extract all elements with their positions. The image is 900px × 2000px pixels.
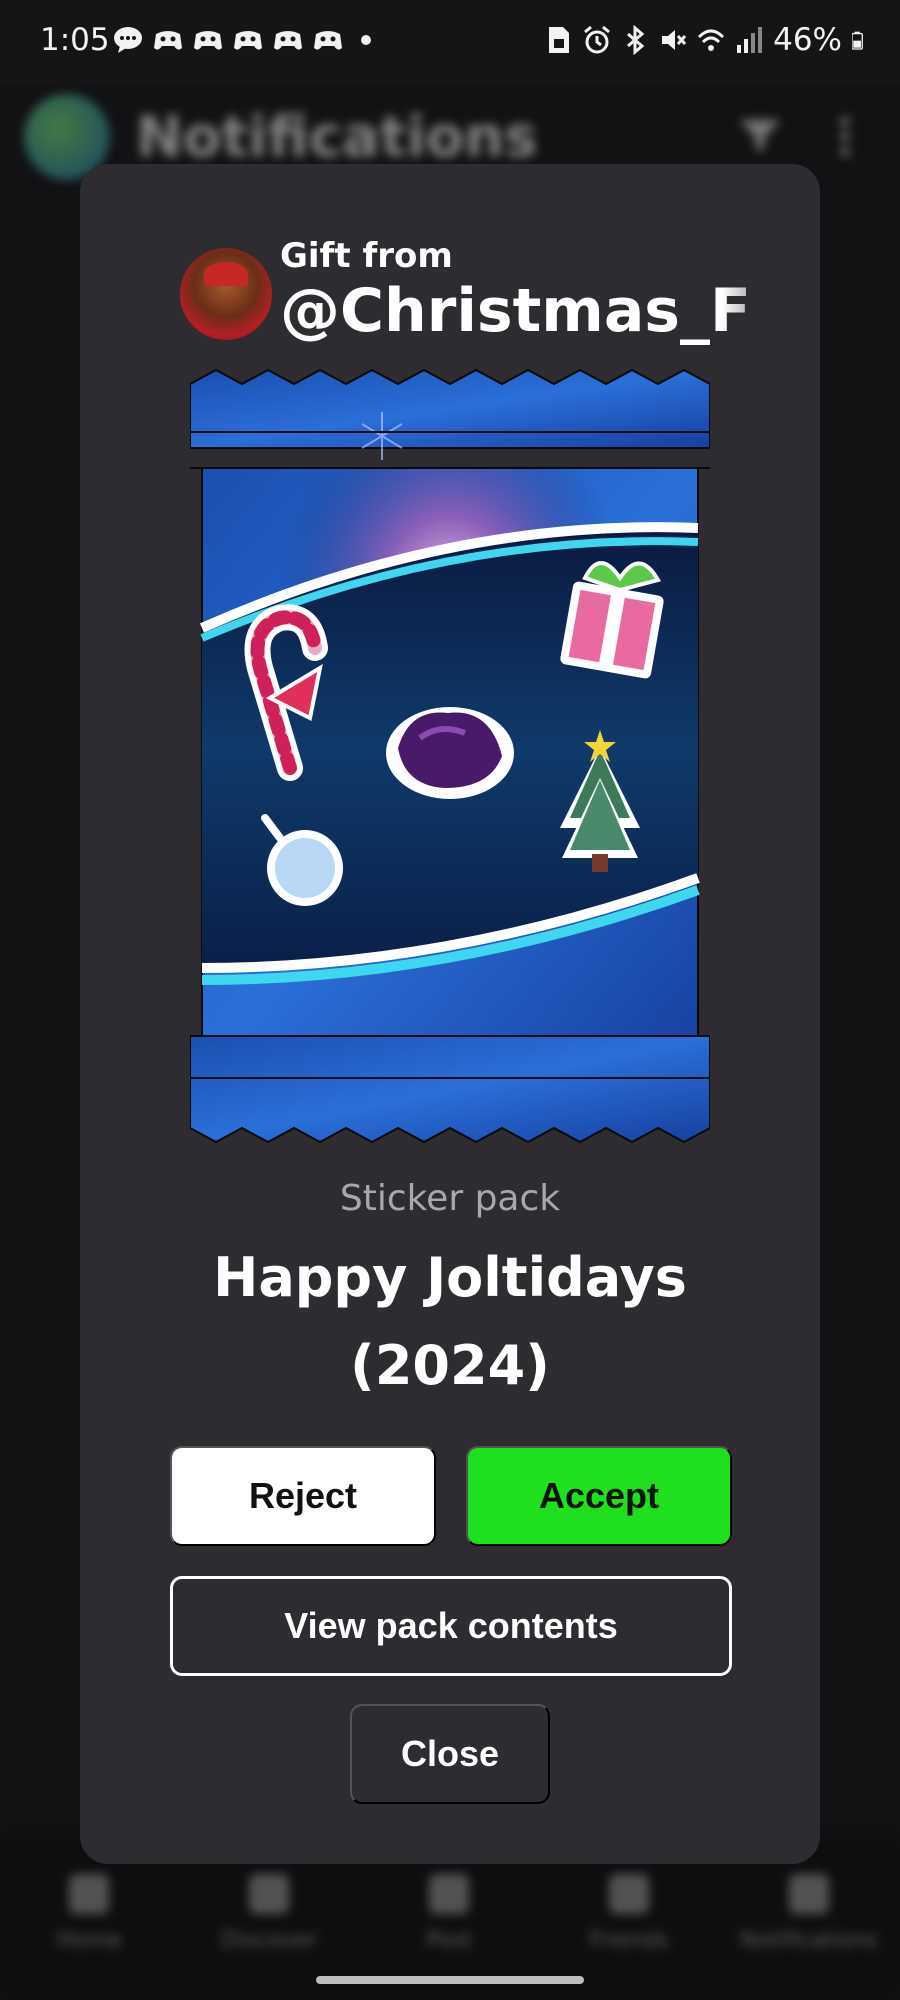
alarm-icon: [584, 25, 611, 54]
game-controller-icon: [274, 31, 302, 50]
more-icon: [840, 114, 850, 158]
gem-sticker: [386, 707, 514, 799]
game-controller-icon: [154, 31, 182, 50]
wifi-icon: [698, 29, 725, 51]
status-time: 1:05: [40, 22, 110, 58]
gift-sender-info: Gift from @Christmas_F: [280, 236, 800, 346]
game-controller-icon: [314, 31, 342, 50]
nav-friends: Friends: [554, 1874, 704, 1953]
message-icon: [114, 27, 142, 53]
bluetooth-icon: [627, 25, 645, 55]
gift-header: [180, 248, 272, 340]
close-button[interactable]: Close: [350, 1704, 550, 1804]
nav-post: Post: [374, 1874, 524, 1953]
game-controller-icon: [234, 31, 262, 50]
sticker-pack-image: [190, 368, 710, 1148]
plus-icon: [429, 1874, 469, 1914]
view-pack-contents-button[interactable]: View pack contents: [170, 1576, 732, 1676]
pack-name: Happy Joltidays (2024): [213, 1246, 687, 1397]
sim-icon: [549, 27, 570, 53]
home-icon: [69, 1874, 109, 1914]
bell-icon: [789, 1874, 829, 1914]
sticker-pack-art: [190, 368, 710, 1144]
nav-notifications: Notifications: [734, 1874, 884, 1953]
sender-username[interactable]: @Christmas_F: [280, 276, 800, 346]
search-icon: [249, 1874, 289, 1914]
dot-icon: [361, 35, 371, 45]
battery-percent: 46%: [773, 22, 842, 58]
nav-discover: Discover: [194, 1874, 344, 1953]
nav-home: Home: [14, 1874, 164, 1953]
notification-icons: [112, 26, 384, 54]
reject-button[interactable]: Reject: [170, 1446, 436, 1546]
pack-type-label: Sticker pack: [339, 1178, 561, 1219]
signal-icon: [737, 27, 763, 53]
accept-button[interactable]: Accept: [466, 1446, 732, 1546]
filter-icon: [740, 120, 780, 150]
mute-icon: [662, 30, 687, 50]
game-controller-icon: [194, 31, 222, 50]
home-indicator[interactable]: [316, 1976, 584, 1984]
status-bar: 1:05 46%: [0, 0, 900, 84]
chat-icon: [609, 1874, 649, 1914]
system-icons: 46%: [545, 22, 870, 58]
gift-from-label: Gift from: [280, 236, 453, 276]
background-title: Notifications: [136, 104, 538, 170]
sender-avatar[interactable]: [180, 248, 272, 340]
gift-modal: Gift from @Christmas_F Sticker pack Happ…: [80, 164, 820, 1864]
battery-icon: [852, 31, 863, 50]
